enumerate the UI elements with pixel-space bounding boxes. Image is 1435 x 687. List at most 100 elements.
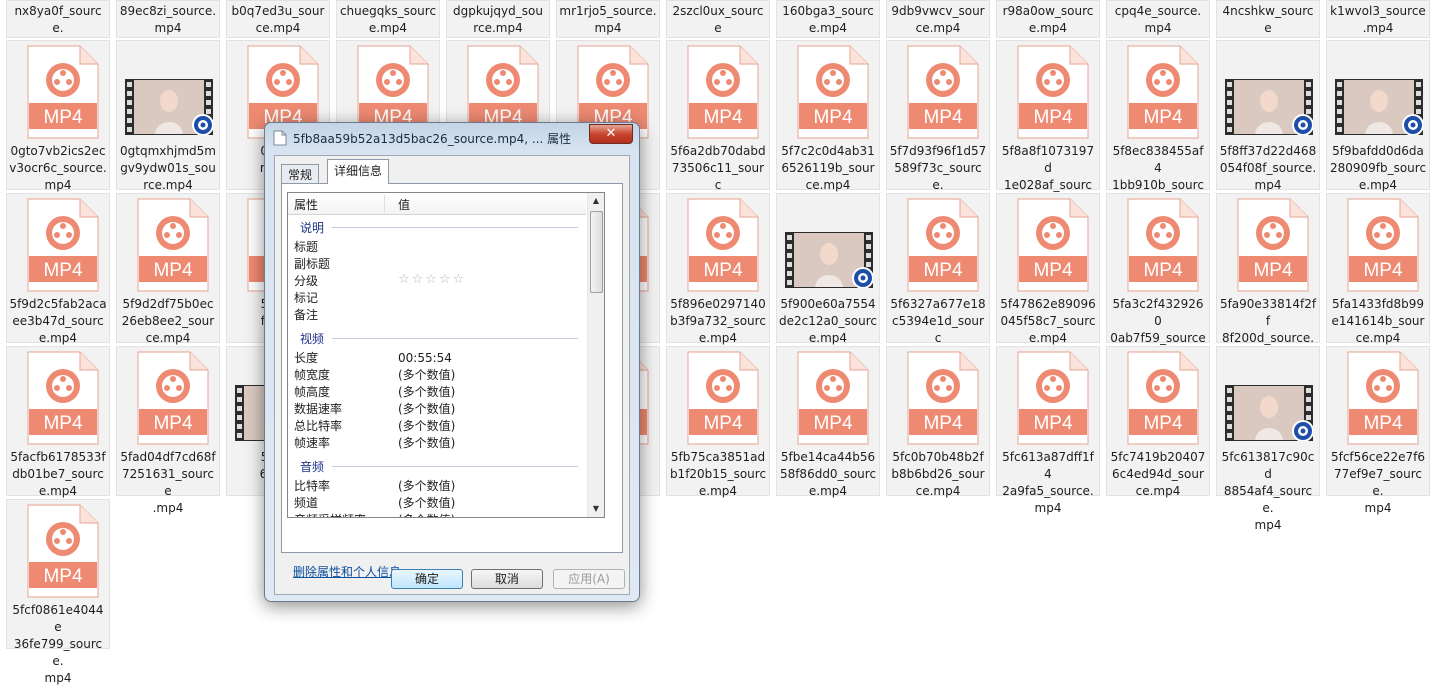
file-item[interactable]: 5f900e60a7554 de2c12a0_sourc e.mp4	[776, 193, 880, 345]
file-thumbnail: MP4	[1335, 198, 1423, 292]
video-thumbnail	[1225, 385, 1313, 441]
property-value[interactable]: (多个数值)	[398, 512, 455, 517]
file-item[interactable]: MP4 5fc0b70b48b2f b8b6bd26_sour ce.mp4	[886, 346, 990, 498]
remove-properties-link[interactable]: 删除属性和个人信息	[293, 563, 401, 580]
property-value[interactable]: (多个数值)	[398, 418, 455, 435]
file-item[interactable]: MP4 5fa1433fd8b99 e141614b_sour ce.mp4	[1326, 193, 1430, 345]
apply-button[interactable]: 应用(A)	[553, 569, 625, 589]
file-name: 5fad04df7cd68f 7251631_source .mp4	[120, 450, 216, 515]
file-thumbnail: MP4	[1225, 198, 1313, 292]
vertical-scrollbar[interactable]: ▲ ▼	[587, 193, 604, 517]
property-key[interactable]: 帧速率	[294, 435, 330, 452]
file-item[interactable]: MP45f7d93f96f1d57589f73c_source.mp4	[886, 40, 990, 209]
file-item[interactable]: MP4 5fcf56ce22e7f6 77ef9e7_source. mp4	[1326, 346, 1430, 515]
file-item[interactable]: MP4 5fbe14ca44b56 58f86dd0_sourc e.mp4	[776, 346, 880, 498]
file-item[interactable]: MP4 5fcf0861e4044e 36fe799_source. mp4	[6, 499, 110, 685]
file-item[interactable]: 89ec8zi_source. mp4	[116, 0, 220, 38]
file-item[interactable]: MP45f8ec838455af41bb910b_source.mp4	[1106, 40, 1210, 209]
property-key[interactable]: 标记	[294, 290, 318, 307]
tab-general[interactable]: 常规	[281, 164, 320, 183]
file-item[interactable]: dgpkujqyd_sou rce.mp4	[446, 0, 550, 38]
file-item[interactable]: MP4 5f9d2df75b0ec 26eb8ee2_sour ce.mp4	[116, 193, 220, 345]
property-key[interactable]: 备注	[294, 307, 318, 324]
file-item[interactable]: nx8ya0f_source.mp4	[6, 0, 110, 52]
property-key[interactable]: 音频采样频率	[294, 512, 366, 517]
header-property[interactable]: 属性	[294, 196, 318, 213]
file-item[interactable]: MP45f8a8f1073197d1e028af_source.mp4	[996, 40, 1100, 226]
mp4-file-icon: MP4	[1017, 198, 1089, 292]
close-button[interactable]: ✕	[589, 124, 633, 144]
property-key[interactable]: 副标题	[294, 256, 330, 273]
scroll-down-arrow-icon[interactable]: ▼	[588, 501, 604, 517]
property-value[interactable]: (多个数值)	[398, 367, 455, 384]
property-key[interactable]: 数据速率	[294, 401, 342, 418]
header-value[interactable]: 值	[398, 196, 410, 213]
file-item[interactable]: MP4 5f896e0297140 b3f9a732_sourc e.mp4	[666, 193, 770, 345]
file-item[interactable]: MP4 5f9d2c5fab2aca ee3b47d_sourc e.mp4	[6, 193, 110, 345]
scroll-thumb[interactable]	[590, 211, 603, 293]
file-name: r98a0ow_sourc e.mp4	[1002, 4, 1094, 35]
file-name: 5fbe14ca44b56 58f86dd0_sourc e.mp4	[779, 450, 877, 498]
file-item[interactable]: 5fc613817c90cd 8854af4_source. mp4	[1216, 346, 1320, 532]
file-item[interactable]: MP45fa90e33814f2ff8f200d_source.mp4	[1216, 193, 1320, 362]
file-item[interactable]: r98a0ow_sourc e.mp4	[996, 0, 1100, 38]
property-key[interactable]: 长度	[294, 350, 318, 367]
file-item[interactable]: MP4 5fc613a87dff1f4 2a9fa5_source. mp4	[996, 346, 1100, 515]
file-item[interactable]: 4ncshkw_source.mp4	[1216, 0, 1320, 52]
section-divider	[332, 338, 578, 339]
mp4-file-icon: MP4	[27, 198, 99, 292]
property-key[interactable]: 标题	[294, 239, 318, 256]
property-value[interactable]: (多个数值)	[398, 435, 455, 452]
file-item[interactable]: MP4 5f47862e89096 045f58c7_sourc e.mp4	[996, 193, 1100, 345]
file-item[interactable]: MP4 0gto7vb2ics2ec v3ocr6c_source. mp4	[6, 40, 110, 192]
mp4-file-icon: MP4	[137, 198, 209, 292]
file-item[interactable]: k1wvol3_source .mp4	[1326, 0, 1430, 38]
file-item[interactable]: 2szcl0ux_source.mp4	[666, 0, 770, 52]
file-thumbnail: MP4	[675, 351, 763, 445]
property-key[interactable]: 帧高度	[294, 384, 330, 401]
file-item[interactable]: MP4 5fad04df7cd68f 7251631_source .mp4	[116, 346, 220, 515]
file-item[interactable]: mr1rjo5_source. mp4	[556, 0, 660, 38]
property-key[interactable]: 比特率	[294, 478, 330, 495]
file-thumbnail: MP4	[125, 198, 213, 292]
file-item[interactable]: MP45f6a2db70dabd73506c11_source.mp4	[666, 40, 770, 209]
property-value[interactable]: (多个数值)	[398, 384, 455, 401]
property-key[interactable]: 频道	[294, 495, 318, 512]
property-key[interactable]: 帧宽度	[294, 367, 330, 384]
mp4-file-icon: MP4	[27, 504, 99, 598]
file-thumbnail: MP4	[1005, 45, 1093, 139]
mp4-label: MP4	[923, 107, 963, 128]
file-item[interactable]: MP4 5fb75ca3851ad b1f20b15_sourc e.mp4	[666, 346, 770, 498]
property-value[interactable]: (多个数值)	[398, 401, 455, 418]
file-item[interactable]: cpq4e_source. mp4	[1106, 0, 1210, 38]
tab-details[interactable]: 详细信息	[327, 159, 390, 184]
file-item[interactable]: b0q7ed3u_sour ce.mp4	[226, 0, 330, 38]
property-value[interactable]: (多个数值)	[398, 495, 455, 512]
file-thumbnail: MP4	[895, 351, 983, 445]
file-item[interactable]: 0gtqmxhjmd5m gv9ydw01s_sou rce.mp4	[116, 40, 220, 192]
file-item[interactable]: 9db9vwcv_sour ce.mp4	[886, 0, 990, 38]
file-item[interactable]: MP4 5fc7419b20407 6c4ed94d_sour ce.mp4	[1106, 346, 1210, 498]
property-value[interactable]: 00:55:54	[398, 350, 452, 367]
property-key[interactable]: 总比特率	[294, 418, 342, 435]
file-name: b0q7ed3u_sour ce.mp4	[231, 4, 325, 35]
mp4-label: MP4	[1033, 413, 1073, 434]
file-item[interactable]: MP45f6327a677e18c5394e1d_source.mp4	[886, 193, 990, 362]
file-item[interactable]: 160bga3_sourc e.mp4	[776, 0, 880, 38]
file-item[interactable]: MP4 5f7c2c0d4ab31 6526119b_sour ce.mp4	[776, 40, 880, 192]
video-thumbnail	[125, 79, 213, 135]
column-separator[interactable]	[384, 195, 385, 212]
mp4-file-icon: MP4	[907, 198, 979, 292]
rating-stars-icon[interactable]: ☆☆☆☆☆	[398, 272, 466, 287]
property-value[interactable]: (多个数值)	[398, 478, 455, 495]
ok-button[interactable]: 确定	[391, 569, 463, 589]
property-key[interactable]: 分级	[294, 273, 318, 290]
file-item[interactable]: chuegqks_sourc e.mp4	[336, 0, 440, 38]
scroll-up-arrow-icon[interactable]: ▲	[588, 193, 604, 209]
file-item[interactable]: 5f8ff37d22d468 054f08f_source. mp4	[1216, 40, 1320, 192]
file-item[interactable]: 5f9bafdd0d6da 280909fb_sourc e.mp4	[1326, 40, 1430, 192]
cancel-button[interactable]: 取消	[471, 569, 543, 589]
file-item[interactable]: MP45fa3c2f43292600ab7f59_source.mp4	[1106, 193, 1210, 362]
file-item[interactable]: MP4 5facfb6178533f db01be7_sourc e.mp4	[6, 346, 110, 498]
property-list[interactable]: 属性 值 说明 标题 副标题 分级 ☆☆☆☆☆ 标记 备注 视频 长度 00:55:54 帧宽度 (多…	[287, 192, 605, 518]
